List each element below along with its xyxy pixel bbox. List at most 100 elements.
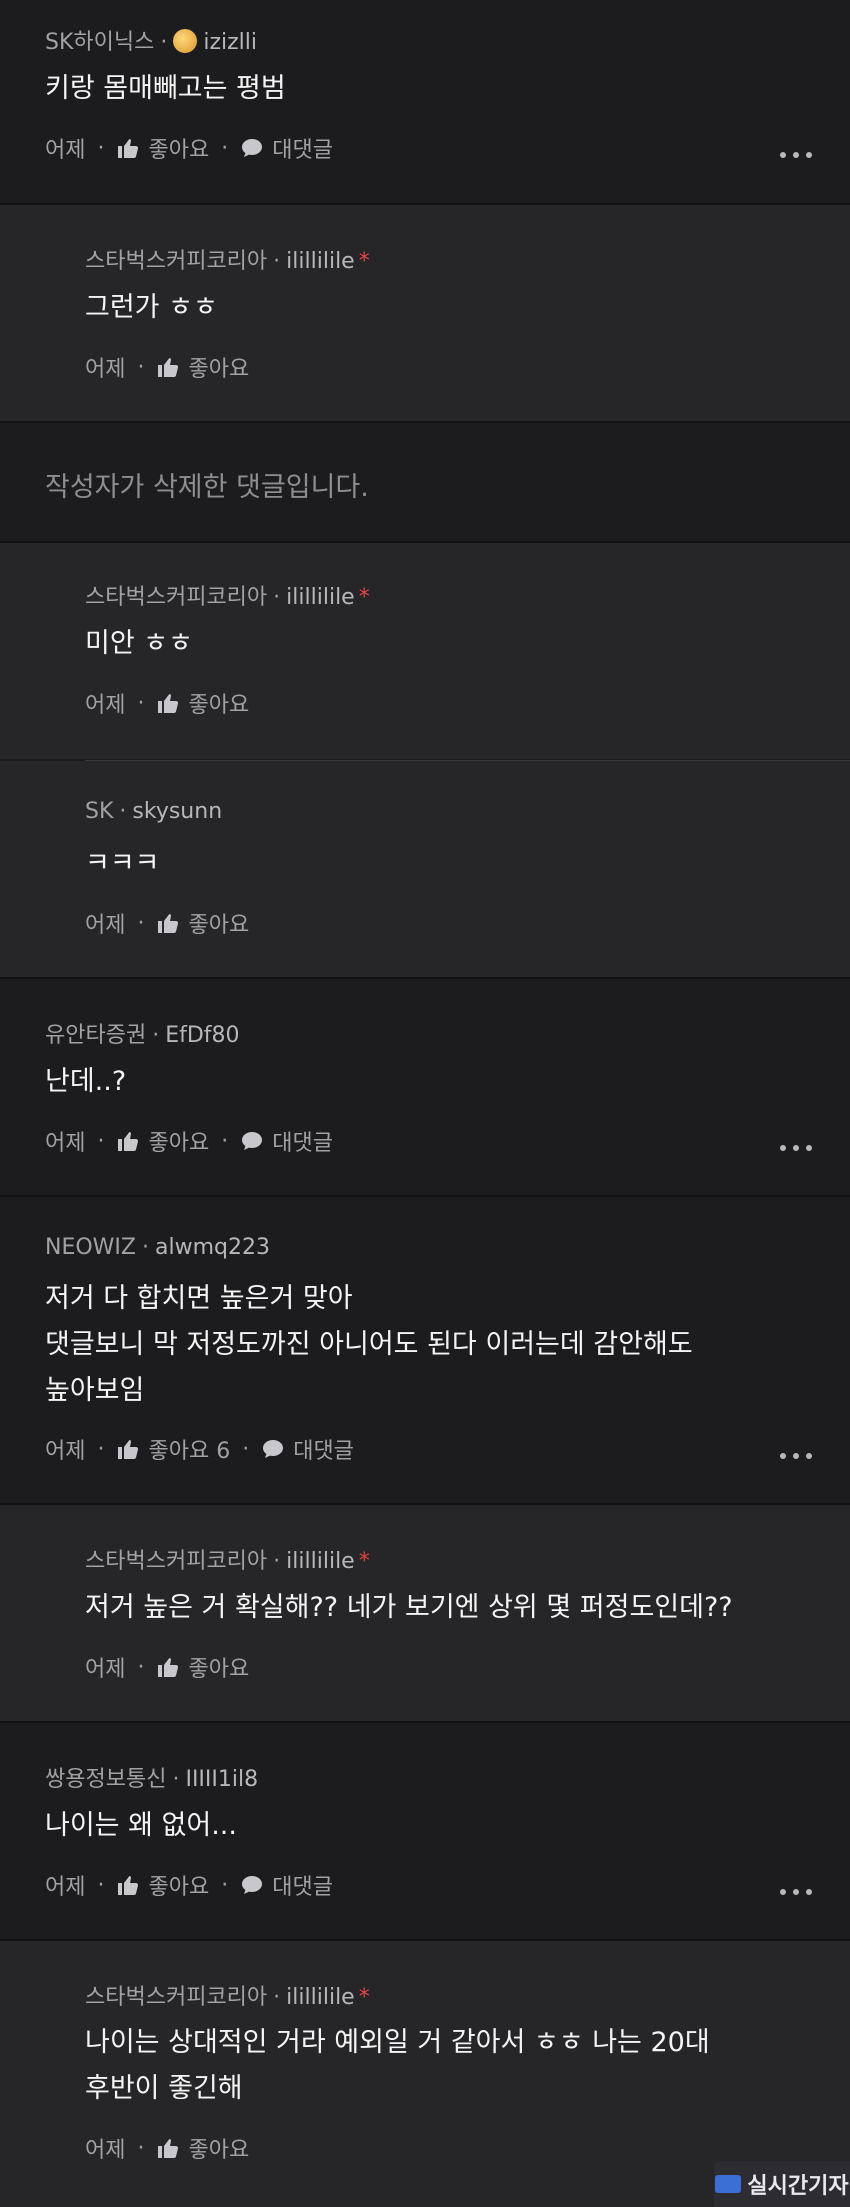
comment-time: 어제 <box>45 1875 86 1900</box>
comment-text: 미안 ㅎㅎ <box>85 628 193 659</box>
author-mark: * <box>358 585 370 610</box>
comment-meta: 쌍용정보통신 · IIIII1il8 <box>45 1767 259 1792</box>
company-name: NEOWIZ <box>45 1235 136 1260</box>
more-options-icon[interactable] <box>780 1887 812 1897</box>
comment-text: 난데..? <box>45 1066 127 1097</box>
company-name: 스타벅스커피코리아 <box>85 249 268 274</box>
author-mark: * <box>358 249 370 274</box>
like-button[interactable]: 좋아요 <box>148 132 209 164</box>
username[interactable]: ilillilile <box>286 1549 355 1574</box>
comment-text: ㅋㅋㅋ <box>85 848 160 879</box>
more-options-icon[interactable] <box>780 150 812 160</box>
thumbs-up-icon[interactable] <box>156 355 180 379</box>
comment-time: 어제 <box>45 1439 86 1464</box>
comment-item: NEOWIZ · alwmq223 저거 다 합치면 높은거 맞아 댓글보니 막 저… <box>0 1197 850 1503</box>
verified-badge-icon <box>173 29 198 53</box>
like-button[interactable]: 좋아요 <box>188 2132 249 2164</box>
company-name: 유안타증권 <box>45 1023 147 1048</box>
comment-time: 어제 <box>85 357 126 382</box>
comment-text-line: 저거 다 합치면 높은거 맞아 <box>45 1283 353 1314</box>
watermark: 실시간기자 <box>714 2161 850 2207</box>
more-options-icon[interactable] <box>780 1143 812 1153</box>
comment-meta: 유안타증권 · EfDf80 <box>45 1023 240 1048</box>
comment-time: 어제 <box>45 1131 86 1156</box>
company-name: SK <box>85 799 114 824</box>
comment-actions: 어제 · 좋아요 · 대댓글 <box>45 1869 333 1901</box>
author-mark: * <box>358 1985 370 2010</box>
comment-text-line: 높아보임 <box>45 1375 145 1406</box>
username[interactable]: izizlli <box>203 30 257 55</box>
like-button[interactable]: 좋아요 <box>188 687 249 719</box>
comment-meta: SK · skysunn <box>85 799 223 824</box>
comment-actions: 어제 · 좋아요 <box>85 351 249 383</box>
reply-button[interactable]: 대댓글 <box>272 1869 333 1901</box>
comment-actions: 어제 · 좋아요 <box>85 2132 249 2164</box>
comment-text: 키랑 몸매빼고는 평범 <box>45 73 286 104</box>
thumbs-up-icon[interactable] <box>116 136 140 160</box>
like-button[interactable]: 좋아요 <box>148 1869 209 1901</box>
username[interactable]: skysunn <box>132 799 222 824</box>
comment-text: 그런가 ㅎㅎ <box>85 292 218 323</box>
reply-button[interactable]: 대댓글 <box>293 1433 354 1465</box>
speech-bubble-icon[interactable] <box>240 1129 264 1153</box>
comment-meta: SK하이닉스 · izizlli <box>45 29 258 55</box>
author-mark: * <box>358 1549 370 1574</box>
deleted-comment: 작성자가 삭제한 댓글입니다. <box>0 423 850 541</box>
company-name: 쌍용정보통신 <box>45 1767 167 1792</box>
speech-bubble-icon[interactable] <box>240 136 264 160</box>
comment-time: 어제 <box>85 693 126 718</box>
comment-actions: 어제 · 좋아요 · 대댓글 <box>45 1125 333 1157</box>
thumbs-up-icon[interactable] <box>116 1437 140 1461</box>
like-button[interactable]: 좋아요 <box>188 1651 249 1683</box>
company-name: 스타벅스커피코리아 <box>85 1549 268 1574</box>
comment-actions: 어제 · 좋아요 <box>85 907 249 939</box>
reply-button[interactable]: 대댓글 <box>272 1125 333 1157</box>
reply-item: SK · skysunn ㅋㅋㅋ 어제 · 좋아요 <box>0 761 850 977</box>
comment-time: 어제 <box>85 2138 126 2163</box>
reply-button[interactable]: 대댓글 <box>272 132 333 164</box>
comment-text-line: 후반이 좋긴해 <box>85 2073 243 2104</box>
username[interactable]: ilillilile <box>286 249 355 274</box>
more-options-icon[interactable] <box>780 1451 812 1461</box>
comment-item: 쌍용정보통신 · IIIII1il8 나이는 왜 없어... 어제 · 좋아요 · 대댓… <box>0 1723 850 1939</box>
comment-actions: 어제 · 좋아요 <box>85 1651 249 1683</box>
reply-item: 스타벅스커피코리아 · ilillilile * 그런가 ㅎㅎ 어제 · 좋아요 <box>0 205 850 421</box>
username[interactable]: ilillilile <box>286 1985 355 2010</box>
reply-item: 스타벅스커피코리아 · ilillilile * 저거 높은 거 확실해?? 네가 보… <box>0 1505 850 1721</box>
comment-meta: 스타벅스커피코리아 · ilillilile * <box>85 1549 370 1574</box>
speech-bubble-icon[interactable] <box>240 1873 264 1897</box>
comment-actions: 어제 · 좋아요 6 · 대댓글 <box>45 1433 354 1465</box>
thumbs-up-icon[interactable] <box>156 1655 180 1679</box>
comment-meta: 스타벅스커피코리아 · ilillilile * <box>85 585 370 610</box>
thumbs-up-icon[interactable] <box>116 1129 140 1153</box>
like-button[interactable]: 좋아요 <box>188 351 249 383</box>
thumbs-up-icon[interactable] <box>156 691 180 715</box>
username[interactable]: ilillilile <box>286 585 355 610</box>
like-button[interactable]: 좋아요 <box>148 1125 209 1157</box>
comment-time: 어제 <box>85 1657 126 1682</box>
thumbs-up-icon[interactable] <box>156 2136 180 2160</box>
username[interactable]: IIIII1il8 <box>185 1767 258 1792</box>
company-name: 스타벅스커피코리아 <box>85 585 268 610</box>
comment-text: 저거 높은 거 확실해?? 네가 보기엔 상위 몇 퍼정도인데?? <box>85 1592 733 1623</box>
username[interactable]: EfDf80 <box>165 1023 239 1048</box>
thumbs-up-icon[interactable] <box>116 1873 140 1897</box>
deleted-text: 작성자가 삭제한 댓글입니다. <box>45 472 369 503</box>
comment-text: 나이는 왜 없어... <box>45 1810 237 1841</box>
username[interactable]: alwmq223 <box>155 1235 270 1260</box>
reply-item: 스타벅스커피코리아 · ilillilile * 미안 ㅎㅎ 어제 · 좋아요 <box>0 543 850 759</box>
comment-item: 유안타증권 · EfDf80 난데..? 어제 · 좋아요 · 대댓글 <box>0 979 850 1195</box>
watermark-logo-icon <box>715 2175 742 2193</box>
comment-item: SK하이닉스 · izizlli 키랑 몸매빼고는 평범 어제 · 좋아요 · 대댓글 <box>0 0 850 203</box>
like-button[interactable]: 좋아요 6 <box>148 1433 230 1465</box>
comment-time: 어제 <box>85 913 126 938</box>
like-button[interactable]: 좋아요 <box>188 907 249 939</box>
thumbs-up-icon[interactable] <box>156 911 180 935</box>
speech-bubble-icon[interactable] <box>261 1437 285 1461</box>
comment-meta: 스타벅스커피코리아 · ilillilile * <box>85 249 370 274</box>
comment-text-line: 나이는 상대적인 거라 예외일 거 같아서 ㅎㅎ 나는 20대 <box>85 2027 710 2058</box>
company-name: 스타벅스커피코리아 <box>85 1985 268 2010</box>
comment-actions: 어제 · 좋아요 <box>85 687 249 719</box>
watermark-text: 실시간기자 <box>747 2174 849 2199</box>
comment-meta: 스타벅스커피코리아 · ilillilile * <box>85 1985 370 2010</box>
